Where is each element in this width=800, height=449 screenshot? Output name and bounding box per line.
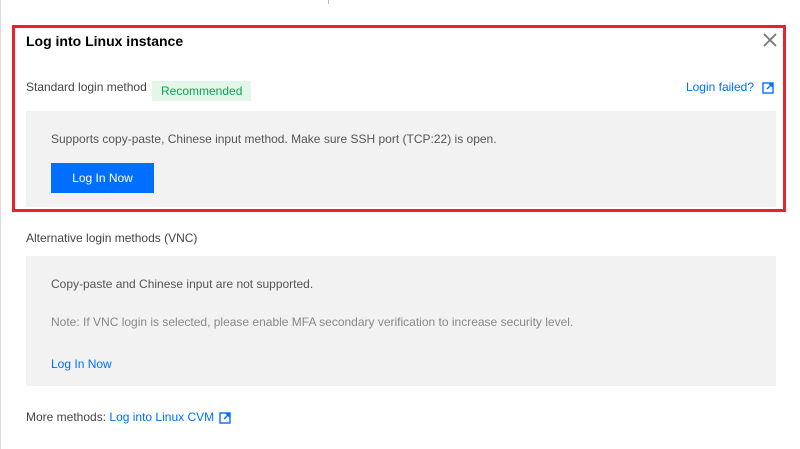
vnc-login-panel: Copy-paste and Chinese input are not sup…	[26, 256, 776, 386]
external-link-icon[interactable]	[762, 81, 774, 94]
more-methods-label: More methods:	[26, 410, 107, 424]
login-failed-link[interactable]: Login failed?	[686, 80, 754, 94]
standard-login-panel: Supports copy-paste, Chinese input metho…	[26, 111, 776, 207]
window-edge	[0, 0, 1, 449]
window-edge-tick	[328, 0, 329, 4]
more-methods: More methods: Log into Linux CVM	[26, 410, 214, 424]
recommended-badge: Recommended	[152, 81, 252, 101]
external-link-icon[interactable]	[219, 411, 231, 424]
standard-login-label: Standard login method	[26, 80, 147, 94]
dialog-title: Log into Linux instance	[26, 33, 184, 49]
vnc-login-label: Alternative login methods (VNC)	[26, 231, 198, 245]
close-button[interactable]	[760, 30, 780, 50]
log-in-now-button[interactable]: Log In Now	[51, 163, 154, 193]
vnc-description: Copy-paste and Chinese input are not sup…	[51, 277, 314, 291]
close-icon	[763, 33, 777, 47]
standard-description: Supports copy-paste, Chinese input metho…	[51, 132, 497, 146]
vnc-log-in-now-link[interactable]: Log In Now	[51, 357, 112, 371]
log-into-linux-cvm-link[interactable]: Log into Linux CVM	[109, 410, 214, 424]
vnc-note: Note: If VNC login is selected, please e…	[51, 315, 574, 329]
